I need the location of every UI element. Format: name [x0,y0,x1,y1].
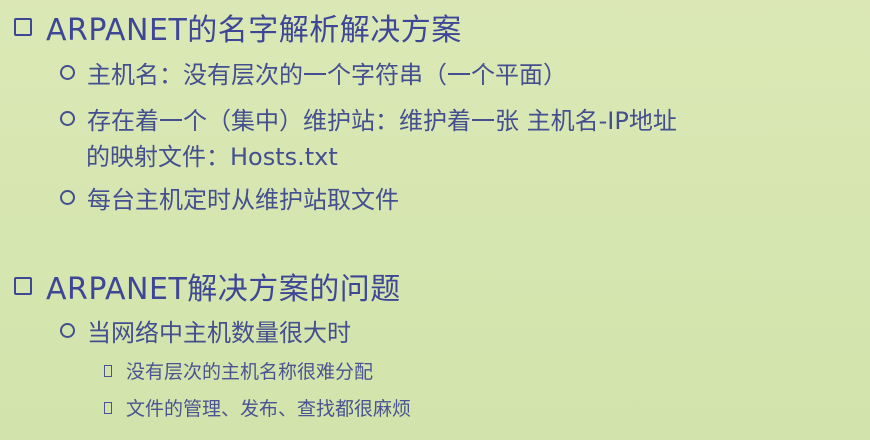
list-item-text: 主机名：没有层次的一个字符串（一个平面） [87,61,567,89]
heading-text: ARPANET的名字解析解决方案 [46,13,462,48]
small-square-bullet-icon [104,401,112,414]
list-item-text: 每台主机定时从维护站取文件 [87,186,399,214]
list-item-text: 存在着一个（集中）维护站：维护着一张 主机名-IP地址 [87,107,677,135]
circle-bullet-icon [60,65,75,80]
list-item-text: 当网络中主机数量很大时 [87,319,351,347]
circle-bullet-icon [60,190,75,205]
heading-arpanet-name-resolution: ARPANET的名字解析解决方案 [14,5,462,49]
small-square-bullet-icon [104,364,112,377]
list-item: 存在着一个（集中）维护站：维护着一张 主机名-IP地址 [60,101,677,136]
sub-list-item-text: 文件的管理、发布、查找都很麻烦 [126,398,412,420]
list-item: 主机名：没有层次的一个字符串（一个平面） [60,55,567,90]
square-bullet-icon [14,18,32,36]
circle-bullet-icon [60,323,75,338]
slide: ARPANET的名字解析解决方案 主机名：没有层次的一个字符串（一个平面） 存在… [0,0,870,440]
sub-list-item: 文件的管理、发布、查找都很麻烦 [104,394,411,421]
sub-list-item-text: 没有层次的主机名称很难分配 [126,361,374,383]
list-item-continuation: 的映射文件：Hosts.txt [86,143,338,171]
square-bullet-icon [14,277,32,295]
heading-text: ARPANET解决方案的问题 [46,272,401,307]
list-item: 当网络中主机数量很大时 [60,313,351,348]
sub-list-item: 没有层次的主机名称很难分配 [104,357,373,384]
circle-bullet-icon [60,111,75,126]
list-item: 每台主机定时从维护站取文件 [60,180,399,215]
heading-arpanet-problems: ARPANET解决方案的问题 [14,264,401,308]
